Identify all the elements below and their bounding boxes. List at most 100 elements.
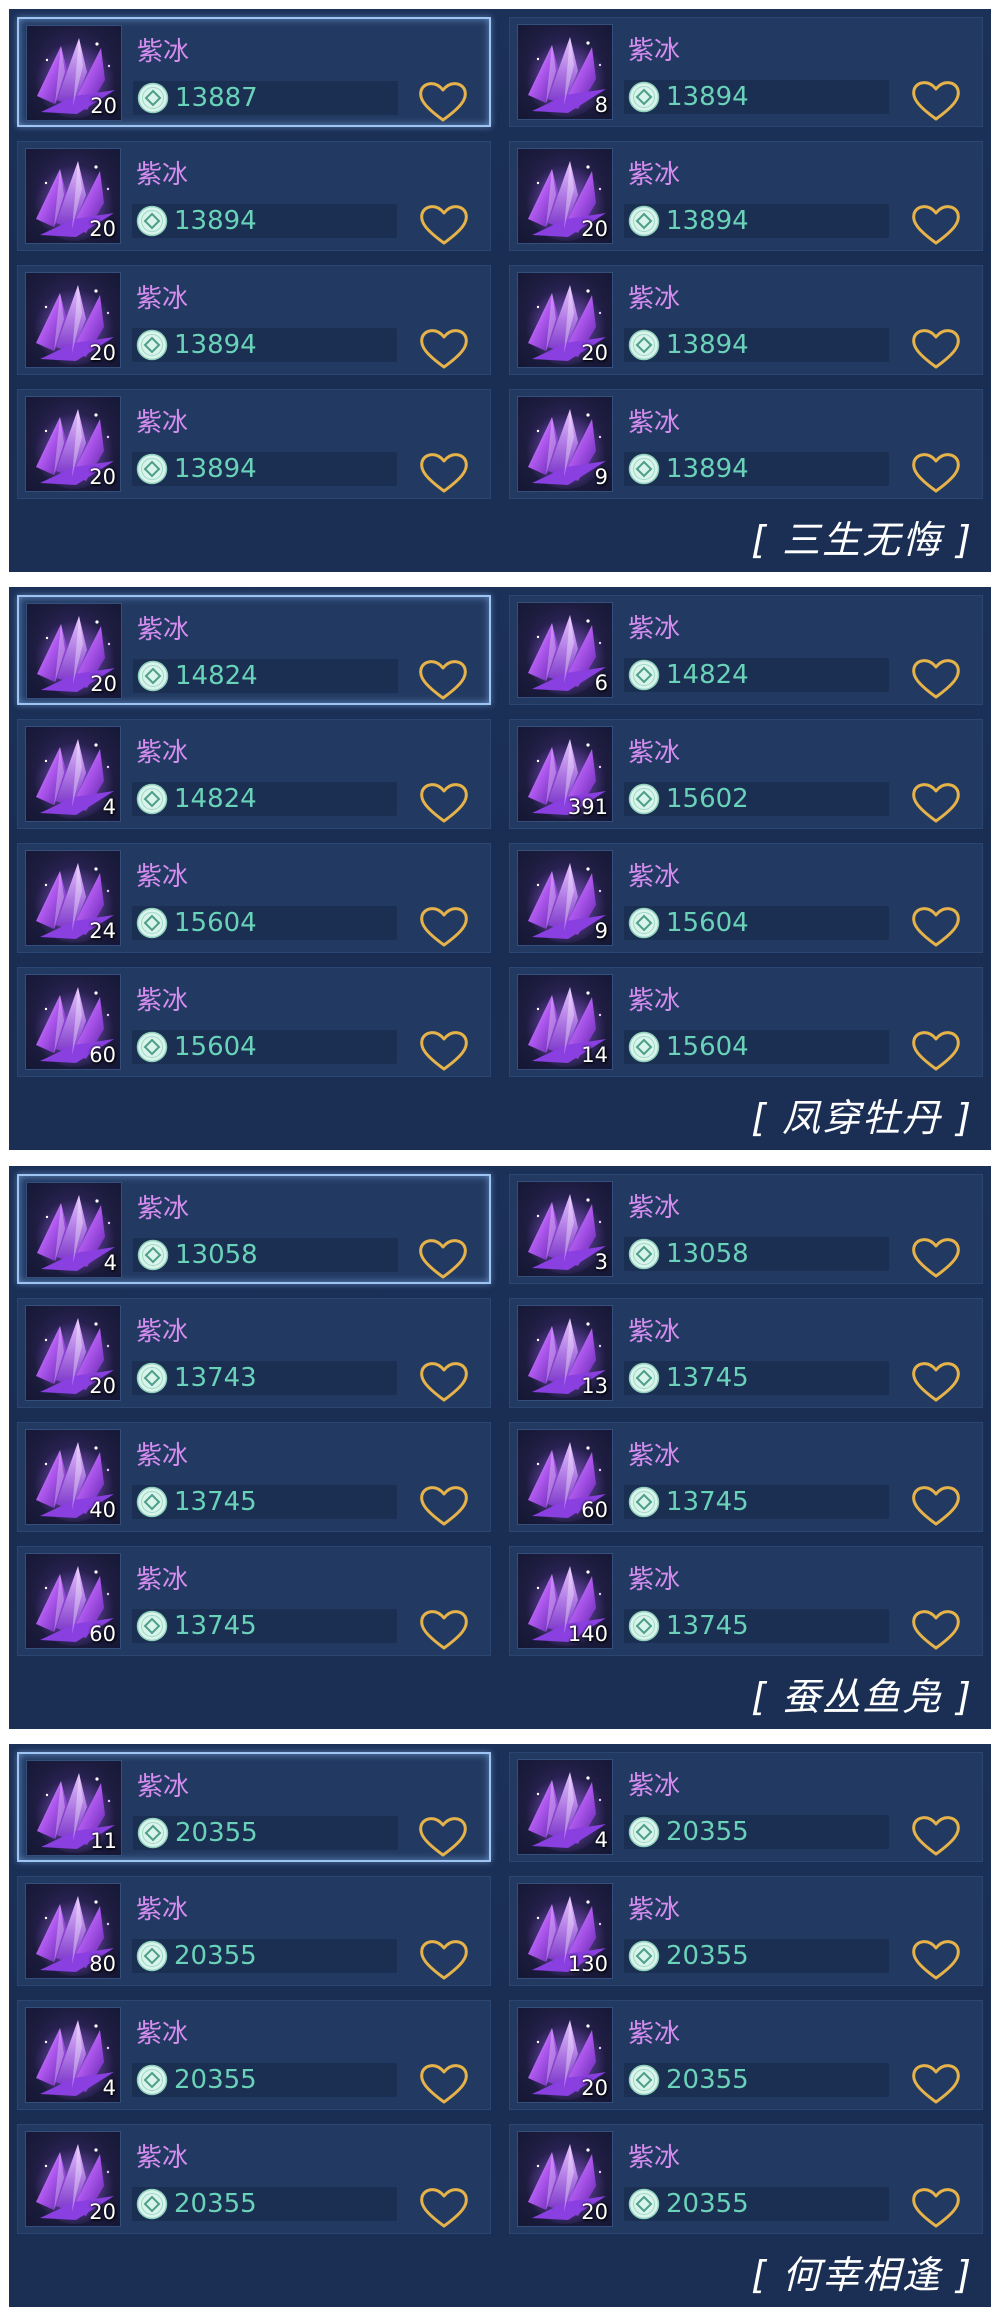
heart-outline-icon[interactable]	[908, 200, 964, 248]
heart-outline-icon[interactable]	[416, 1026, 472, 1074]
heart-outline-icon[interactable]	[416, 448, 472, 496]
listing-card[interactable]: 9 紫冰 15604	[509, 843, 983, 953]
purple-crystal-icon[interactable]: 4	[25, 2007, 121, 2103]
listing-card[interactable]: 20 紫冰 20355	[17, 2124, 491, 2234]
listing-card[interactable]: 4 紫冰 20355	[17, 2000, 491, 2110]
listing-card[interactable]: 9 紫冰 13894	[509, 389, 983, 499]
heart-outline-icon[interactable]	[908, 2183, 964, 2231]
purple-crystal-icon[interactable]: 14	[517, 974, 613, 1070]
heart-outline-icon[interactable]	[415, 1812, 471, 1860]
listing-card[interactable]: 20 紫冰 14824	[17, 595, 491, 705]
heart-outline-icon[interactable]	[416, 1935, 472, 1983]
purple-crystal-icon[interactable]: 20	[25, 1305, 121, 1401]
heart-outline-icon[interactable]	[416, 1357, 472, 1405]
purple-crystal-icon[interactable]: 20	[25, 396, 121, 492]
heart-outline-icon[interactable]	[908, 1357, 964, 1405]
purple-crystal-icon[interactable]: 20	[517, 148, 613, 244]
heart-outline-icon[interactable]	[415, 1234, 471, 1282]
purple-crystal-icon[interactable]: 4	[517, 1759, 613, 1855]
purple-crystal-icon[interactable]: 20	[25, 148, 121, 244]
heart-outline-icon[interactable]	[908, 778, 964, 826]
purple-crystal-icon[interactable]: 140	[517, 1553, 613, 1649]
purple-crystal-icon[interactable]: 80	[25, 1883, 121, 1979]
heart-outline-icon[interactable]	[908, 76, 964, 124]
purple-crystal-icon[interactable]: 60	[25, 974, 121, 1070]
purple-crystal-icon[interactable]: 20	[25, 272, 121, 368]
listing-card[interactable]: 20 紫冰 13894	[17, 389, 491, 499]
listing-card[interactable]: 60 紫冰 15604	[17, 967, 491, 1077]
purple-crystal-icon[interactable]: 40	[25, 1429, 121, 1525]
listing-card[interactable]: 8 紫冰 13894	[509, 17, 983, 127]
purple-crystal-icon[interactable]: 20	[517, 2007, 613, 2103]
listing-card[interactable]: 140 紫冰 13745	[509, 1546, 983, 1656]
listing-card[interactable]: 130 紫冰 20355	[509, 1876, 983, 1986]
heart-outline-icon[interactable]	[908, 1811, 964, 1859]
item-quantity: 60	[581, 1498, 608, 1522]
purple-crystal-icon[interactable]: 4	[26, 1182, 122, 1278]
heart-outline-icon[interactable]	[908, 1026, 964, 1074]
heart-outline-icon[interactable]	[416, 1605, 472, 1653]
listing-card[interactable]: 20 紫冰 13894	[509, 265, 983, 375]
heart-outline-icon[interactable]	[908, 654, 964, 702]
purple-crystal-icon[interactable]: 20	[25, 2131, 121, 2227]
listing-card[interactable]: 14 紫冰 15604	[509, 967, 983, 1077]
coin-icon	[136, 205, 168, 237]
purple-crystal-icon[interactable]: 60	[25, 1553, 121, 1649]
heart-outline-icon[interactable]	[416, 1481, 472, 1529]
listing-card[interactable]: 11 紫冰 20355	[17, 1752, 491, 1862]
listing-card[interactable]: 24 紫冰 15604	[17, 843, 491, 953]
heart-outline-icon[interactable]	[908, 1605, 964, 1653]
heart-outline-icon[interactable]	[415, 655, 471, 703]
listing-card[interactable]: 20 紫冰 13887	[17, 17, 491, 127]
purple-crystal-icon[interactable]: 391	[517, 726, 613, 822]
listing-card[interactable]: 4 紫冰 20355	[509, 1752, 983, 1862]
purple-crystal-icon[interactable]: 3	[517, 1181, 613, 1277]
purple-crystal-icon[interactable]: 9	[517, 850, 613, 946]
listing-card[interactable]: 20 紫冰 13743	[17, 1298, 491, 1408]
listing-card[interactable]: 20 紫冰 13894	[509, 141, 983, 251]
purple-crystal-icon[interactable]: 20	[26, 25, 122, 121]
listing-card[interactable]: 13 紫冰 13745	[509, 1298, 983, 1408]
listing-card[interactable]: 20 紫冰 13894	[17, 141, 491, 251]
purple-crystal-icon[interactable]: 20	[26, 603, 122, 699]
purple-crystal-icon[interactable]: 9	[517, 396, 613, 492]
purple-crystal-icon[interactable]: 6	[517, 602, 613, 698]
heart-outline-icon[interactable]	[908, 902, 964, 950]
heart-outline-icon[interactable]	[908, 324, 964, 372]
heart-outline-icon[interactable]	[416, 2183, 472, 2231]
listing-card[interactable]: 391 紫冰 15602	[509, 719, 983, 829]
listing-card[interactable]: 6 紫冰 14824	[509, 595, 983, 705]
heart-outline-icon[interactable]	[908, 1233, 964, 1281]
heart-outline-icon[interactable]	[415, 77, 471, 125]
listing-card[interactable]: 40 紫冰 13745	[17, 1422, 491, 1532]
coin-icon	[628, 453, 660, 485]
listing-card[interactable]: 80 紫冰 20355	[17, 1876, 491, 1986]
heart-outline-icon[interactable]	[908, 448, 964, 496]
coin-icon	[136, 453, 168, 485]
purple-crystal-icon[interactable]: 20	[517, 2131, 613, 2227]
heart-outline-icon[interactable]	[416, 778, 472, 826]
heart-outline-icon[interactable]	[416, 200, 472, 248]
listing-card[interactable]: 20 紫冰 13894	[17, 265, 491, 375]
purple-crystal-icon[interactable]: 24	[25, 850, 121, 946]
heart-outline-icon[interactable]	[416, 2059, 472, 2107]
purple-crystal-icon[interactable]: 8	[517, 24, 613, 120]
listing-card[interactable]: 60 紫冰 13745	[509, 1422, 983, 1532]
heart-outline-icon[interactable]	[416, 902, 472, 950]
listing-card[interactable]: 4 紫冰 13058	[17, 1174, 491, 1284]
listing-card[interactable]: 20 紫冰 20355	[509, 2124, 983, 2234]
listing-card[interactable]: 60 紫冰 13745	[17, 1546, 491, 1656]
heart-outline-icon[interactable]	[908, 2059, 964, 2107]
heart-outline-icon[interactable]	[908, 1481, 964, 1529]
heart-outline-icon[interactable]	[416, 324, 472, 372]
purple-crystal-icon[interactable]: 20	[517, 272, 613, 368]
purple-crystal-icon[interactable]: 13	[517, 1305, 613, 1401]
purple-crystal-icon[interactable]: 11	[26, 1760, 122, 1856]
listing-card[interactable]: 3 紫冰 13058	[509, 1174, 983, 1284]
purple-crystal-icon[interactable]: 130	[517, 1883, 613, 1979]
heart-outline-icon[interactable]	[908, 1935, 964, 1983]
listing-card[interactable]: 4 紫冰 14824	[17, 719, 491, 829]
purple-crystal-icon[interactable]: 60	[517, 1429, 613, 1525]
listing-card[interactable]: 20 紫冰 20355	[509, 2000, 983, 2110]
purple-crystal-icon[interactable]: 4	[25, 726, 121, 822]
